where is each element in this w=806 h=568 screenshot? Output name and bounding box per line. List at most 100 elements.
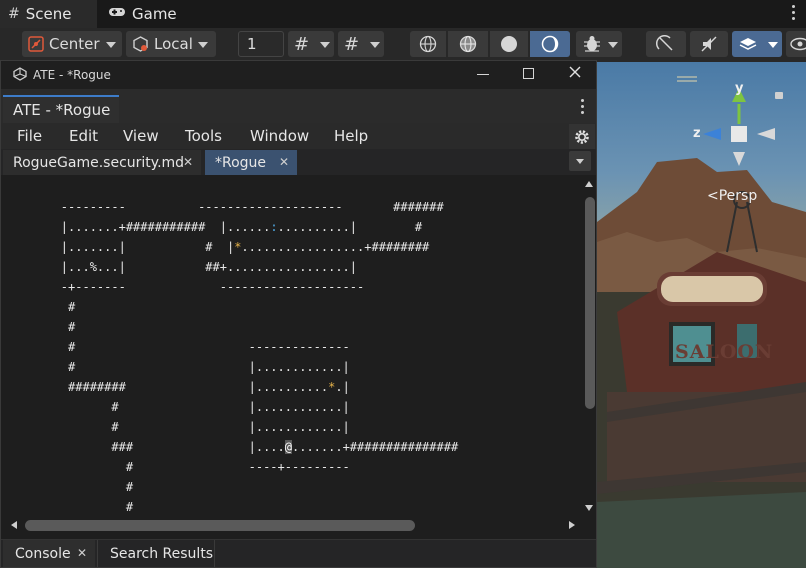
tab-game-label: Game bbox=[132, 5, 177, 23]
tab-console[interactable]: Console ✕ bbox=[3, 540, 95, 567]
magnet-grid-icon: # bbox=[344, 33, 360, 55]
menu-file[interactable]: File bbox=[17, 127, 42, 145]
space-dropdown[interactable]: Local bbox=[126, 31, 216, 57]
menu-help[interactable]: Help bbox=[334, 127, 368, 145]
tab-game[interactable]: Game bbox=[100, 0, 190, 28]
scroll-left-icon[interactable] bbox=[11, 521, 17, 529]
menu-window[interactable]: Window bbox=[250, 127, 309, 145]
tab-search-results-label: Search Results bbox=[110, 545, 214, 562]
horizontal-scrollbar[interactable] bbox=[3, 517, 581, 533]
file-tab-label: *Rogue bbox=[215, 154, 267, 171]
kebab-menu-icon[interactable] bbox=[792, 5, 796, 21]
map-line: -+------- -------------------- bbox=[3, 280, 365, 294]
map-line: # bbox=[3, 500, 134, 514]
pivot-label: Center bbox=[49, 35, 100, 53]
shaded-wire-sphere-icon bbox=[459, 35, 477, 53]
map-line: # bbox=[3, 320, 76, 334]
draw-mode-shaded-button[interactable] bbox=[490, 31, 528, 57]
window-title: ATE - *Rogue bbox=[33, 68, 111, 82]
tab-list-dropdown[interactable] bbox=[569, 151, 591, 171]
horizontal-scroll-thumb[interactable] bbox=[25, 520, 415, 531]
ate-window: ATE - *Rogue ATE - *Rogue File Edit View… bbox=[0, 60, 597, 568]
map-line: # |............| bbox=[3, 420, 350, 434]
unity-logo-icon bbox=[13, 67, 27, 81]
menu-tools[interactable]: Tools bbox=[185, 127, 222, 145]
eye-icon bbox=[790, 37, 806, 51]
chevron-down-icon bbox=[106, 42, 116, 48]
2d-toggle[interactable] bbox=[646, 31, 686, 57]
chevron-down-icon bbox=[768, 42, 778, 48]
map-line: # ----+--------- bbox=[3, 460, 350, 474]
tab-scene[interactable]: # Scene bbox=[0, 0, 97, 28]
chevron-down-icon bbox=[320, 42, 330, 48]
scroll-right-icon[interactable] bbox=[569, 521, 575, 529]
scene-toolbar: Center Local 1 # # bbox=[0, 28, 806, 62]
layers-icon bbox=[739, 38, 757, 50]
close-icon[interactable]: ✕ bbox=[183, 155, 193, 169]
close-icon[interactable]: ✕ bbox=[77, 546, 87, 560]
effects-toggle[interactable] bbox=[732, 31, 782, 57]
file-tab-roguegame-security[interactable]: RogueGame.security.md ✕ bbox=[3, 150, 201, 175]
ate-tab-bar: ATE - *Rogue bbox=[1, 89, 596, 123]
map-line: # |............| bbox=[3, 360, 350, 374]
perspective-label[interactable]: <Persp bbox=[707, 188, 757, 204]
menu-view[interactable]: View bbox=[123, 127, 159, 145]
map-line: |...%...| ##+.................| bbox=[3, 260, 358, 274]
audio-toggle[interactable] bbox=[690, 31, 728, 57]
maximize-button[interactable] bbox=[523, 68, 534, 79]
bug-icon bbox=[584, 36, 600, 52]
file-tab-rogue[interactable]: *Rogue ✕ bbox=[205, 150, 297, 175]
vertical-scrollbar[interactable] bbox=[582, 175, 596, 517]
increment-snap-toggle[interactable]: # bbox=[338, 31, 384, 57]
close-icon bbox=[569, 66, 581, 78]
visibility-toggle[interactable] bbox=[786, 31, 806, 57]
map-line: --------- -------------------- ####### bbox=[3, 200, 444, 214]
minimize-button[interactable] bbox=[477, 74, 489, 75]
unity-tab-strip: # Scene Game bbox=[0, 0, 806, 28]
close-button[interactable] bbox=[567, 64, 583, 82]
grid-size-value: 1 bbox=[247, 35, 257, 53]
local-space-icon bbox=[133, 35, 148, 52]
draw-mode-shaded-wire-button[interactable] bbox=[448, 31, 488, 57]
text-editor[interactable]: --------- -------------------- ####### |… bbox=[3, 175, 581, 517]
settings-button[interactable] bbox=[569, 124, 595, 150]
map-line: |.......| # |*.................+######## bbox=[3, 240, 430, 254]
chevron-down-icon bbox=[198, 42, 208, 48]
scroll-up-icon[interactable] bbox=[585, 181, 593, 187]
scroll-down-icon[interactable] bbox=[585, 505, 593, 511]
chevron-down-icon bbox=[576, 158, 584, 164]
map-line: # |............| bbox=[3, 400, 350, 414]
draw-mode-wireframe-button[interactable] bbox=[410, 31, 446, 57]
wireframe-sphere-icon bbox=[419, 35, 437, 53]
pivot-dropdown[interactable]: Center bbox=[22, 31, 122, 57]
file-tab-bar: RogueGame.security.md ✕ *Rogue ✕ bbox=[1, 149, 596, 175]
grid-snap-toggle[interactable]: # bbox=[288, 31, 334, 57]
close-icon[interactable]: ✕ bbox=[279, 155, 289, 169]
grid-size-field[interactable]: 1 bbox=[238, 31, 284, 57]
menu-bar: File Edit View Tools Window Help bbox=[1, 123, 596, 150]
draw-mode-unlit-button[interactable] bbox=[530, 31, 570, 57]
tab-scene-label: Scene bbox=[25, 5, 72, 23]
gizmo-axis-y: y bbox=[735, 81, 744, 96]
pivot-icon bbox=[28, 36, 44, 52]
scene-viewport[interactable]: y z x <Persp SALOON bbox=[597, 62, 806, 568]
shaded-sphere-icon bbox=[501, 36, 517, 52]
hash-icon: # bbox=[8, 6, 20, 22]
ate-window-tab[interactable]: ATE - *Rogue bbox=[3, 95, 119, 123]
tab-search-results[interactable]: Search Results bbox=[97, 540, 215, 567]
menu-edit[interactable]: Edit bbox=[69, 127, 98, 145]
kebab-menu-icon[interactable] bbox=[581, 99, 585, 117]
map-line: ### |....@.......+############### bbox=[3, 440, 459, 454]
debug-draw-toggle[interactable] bbox=[576, 31, 622, 57]
bottom-panel-tabs: Console ✕ Search Results bbox=[1, 539, 596, 567]
tab-console-label: Console bbox=[15, 545, 71, 562]
space-label: Local bbox=[154, 35, 193, 53]
vertical-scroll-thumb[interactable] bbox=[585, 197, 595, 409]
chevron-down-icon bbox=[608, 42, 618, 48]
gizmo-axis-z: z bbox=[693, 126, 701, 141]
rotation-off-icon bbox=[656, 35, 673, 51]
window-title-bar[interactable]: ATE - *Rogue bbox=[1, 61, 596, 89]
grid-snap-icon: # bbox=[294, 33, 310, 55]
map-line: |.......+########### |......:..........|… bbox=[3, 220, 423, 234]
map-line: # bbox=[3, 480, 134, 494]
